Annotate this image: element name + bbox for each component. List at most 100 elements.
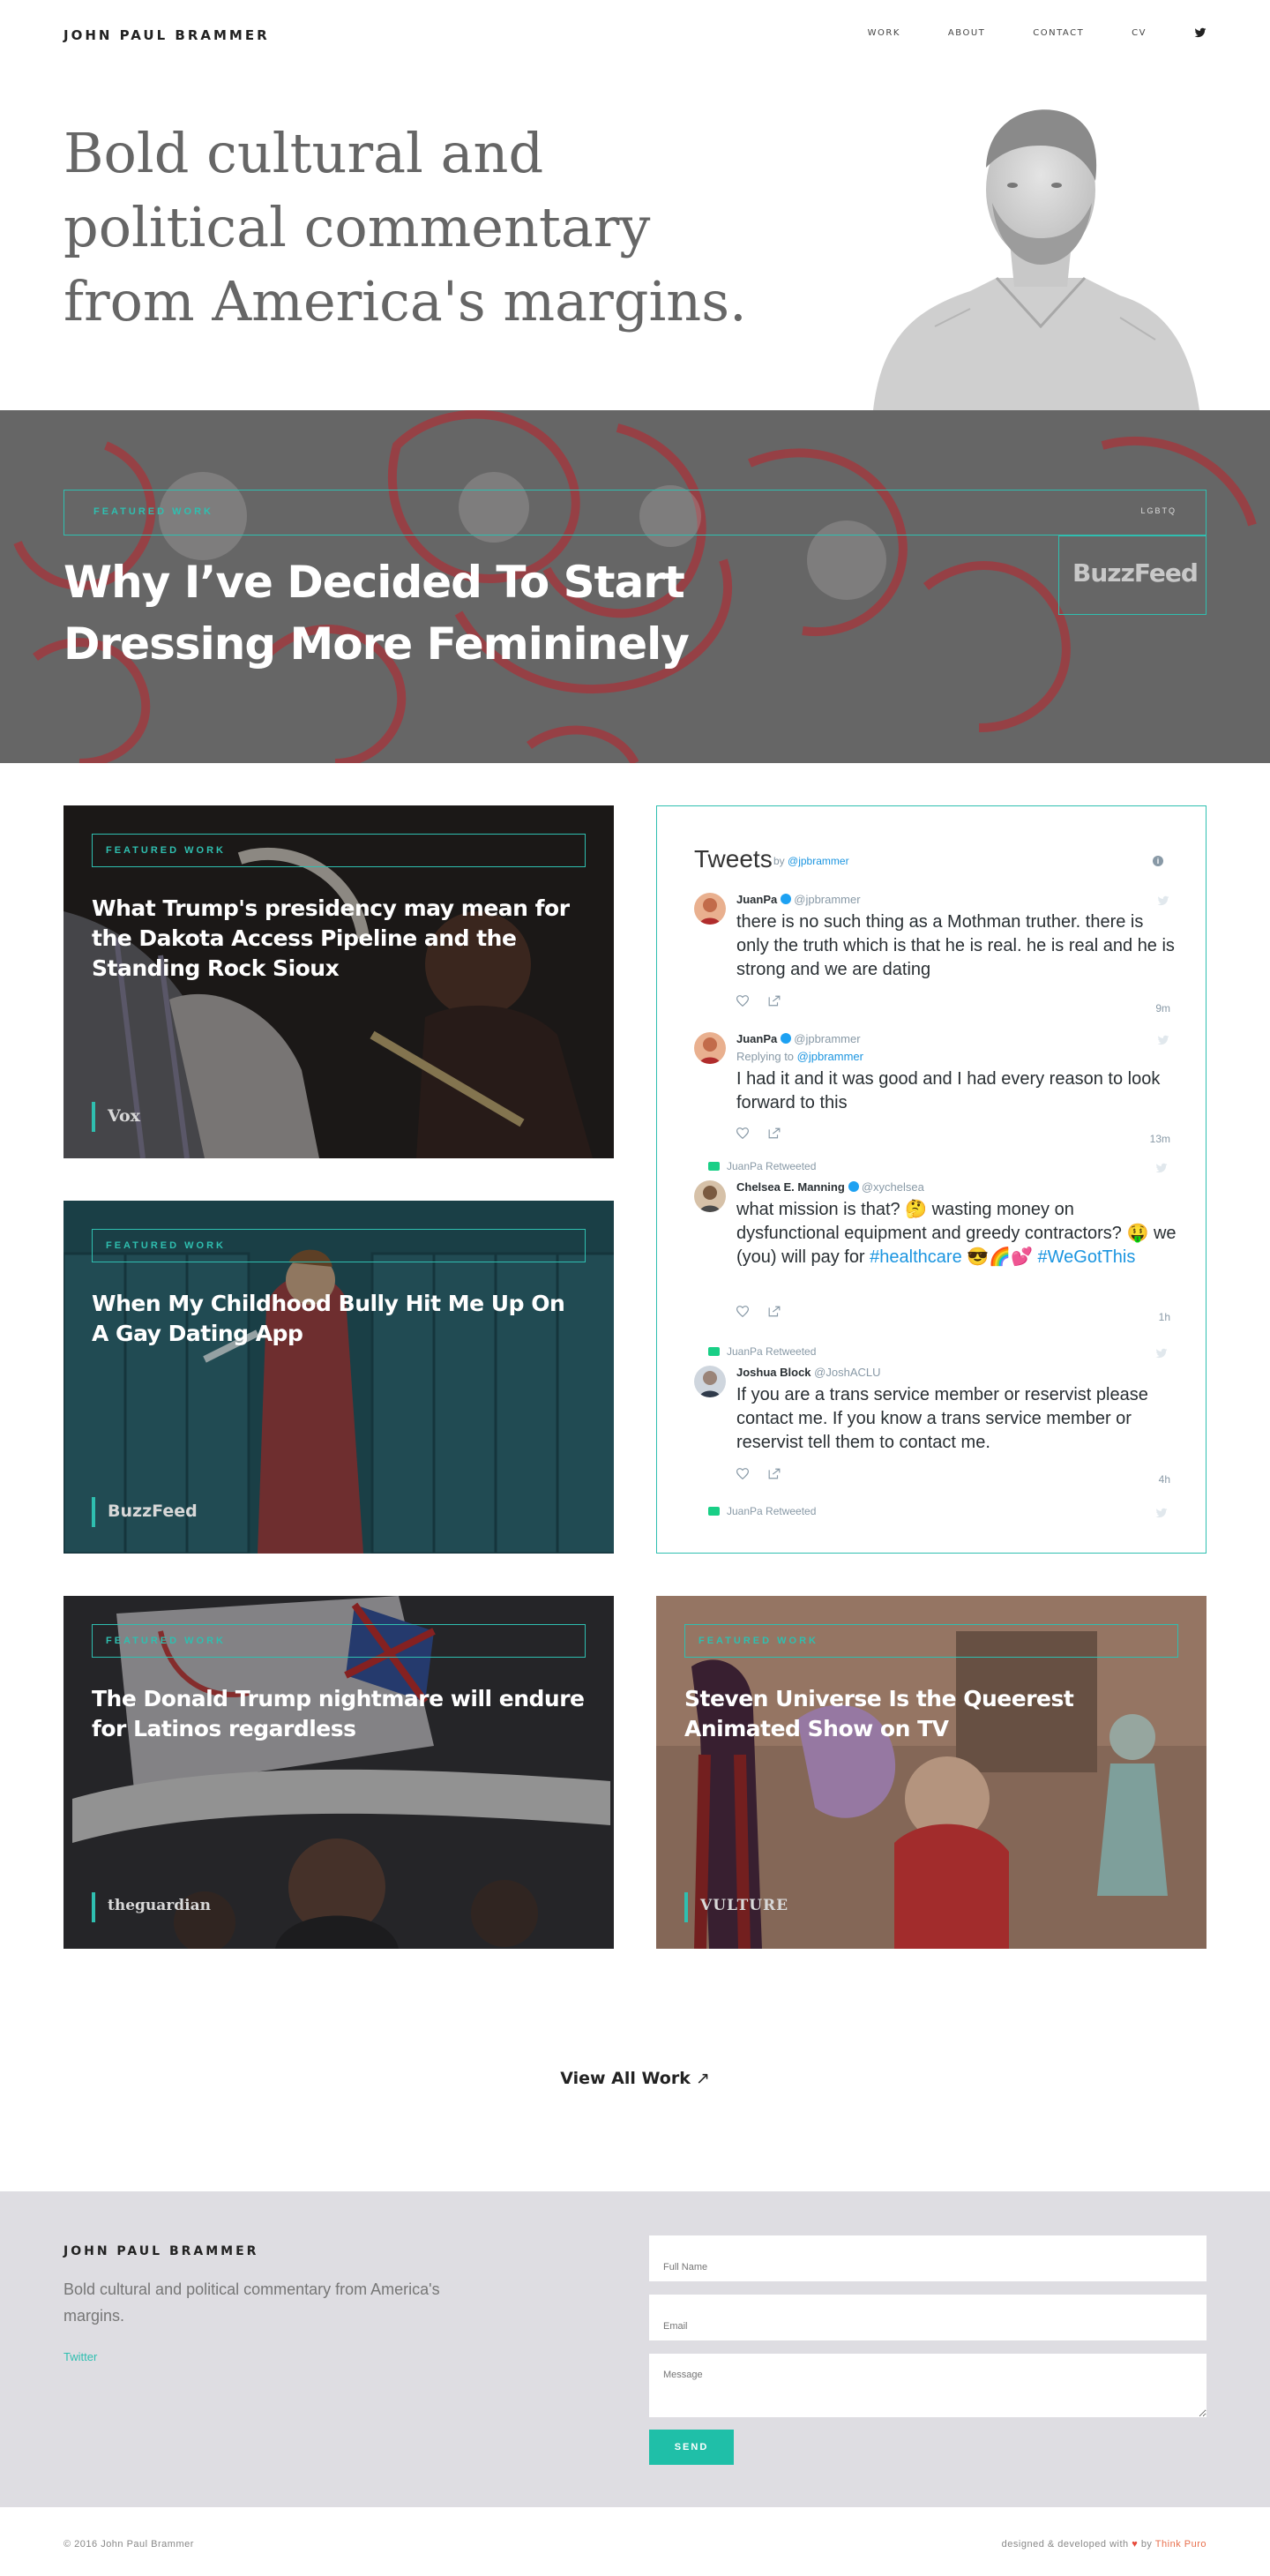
twitter-bird-icon[interactable] <box>1154 1162 1169 1174</box>
nav-work[interactable]: WORK <box>868 28 900 38</box>
nav-cv[interactable]: CV <box>1132 28 1147 38</box>
footer-twitter-link[interactable]: Twitter <box>64 2350 97 2363</box>
featured-card-vulture[interactable]: FEATURED WORK Steven Universe Is the Que… <box>656 1596 1206 1949</box>
credit-by: by <box>1140 2539 1153 2550</box>
share-icon[interactable] <box>768 995 781 1011</box>
hero-tagline: Bold cultural and political commentary f… <box>64 121 747 333</box>
tweet-author[interactable]: Joshua Block @JoshACLU <box>736 1366 881 1379</box>
tweet-time[interactable]: 9m <box>1155 1002 1170 1015</box>
card-title[interactable]: What Trump's presidency may mean for the… <box>92 894 586 984</box>
full-name-field[interactable] <box>649 2235 1206 2281</box>
tweet-author[interactable]: JuanPa @jpbrammer <box>736 893 861 906</box>
site-header: JOHN PAUL BRAMMER WORK ABOUT CONTACT CV <box>0 0 1270 71</box>
message-field[interactable] <box>649 2354 1206 2417</box>
tweets-handle-link[interactable]: @jpbrammer <box>788 855 849 867</box>
featured-work-label: FEATURED WORK <box>106 1636 226 1646</box>
verified-check-icon <box>848 1181 859 1192</box>
avatar[interactable] <box>694 1366 726 1397</box>
featured-work-label: FEATURED WORK <box>106 1240 226 1251</box>
like-heart-icon[interactable] <box>736 1468 750 1484</box>
card-title[interactable]: The Donald Trump nightmare will endure f… <box>92 1684 586 1744</box>
share-icon[interactable] <box>768 1127 781 1143</box>
tweet-time[interactable]: 4h <box>1159 1473 1170 1486</box>
source-accent-bar <box>92 1892 95 1922</box>
twitter-bird-icon[interactable] <box>1156 895 1170 907</box>
author-handle: @jpbrammer <box>794 1032 861 1045</box>
reply-to-handle[interactable]: @jpbrammer <box>797 1050 863 1063</box>
like-heart-icon[interactable] <box>736 995 750 1011</box>
think-puro-link[interactable]: Think Puro <box>1155 2539 1206 2550</box>
avatar[interactable] <box>694 893 726 925</box>
hero: Bold cultural and political commentary f… <box>0 71 1270 410</box>
tweet-item[interactable]: JuanPa @jpbrammer there is no such thing … <box>694 893 1175 1016</box>
view-all-work-link[interactable]: View All Work ↗ <box>0 2069 1270 2088</box>
banner-title[interactable]: Why I’ve Decided To Start Dressing More … <box>64 551 857 675</box>
vox-logo: Vox <box>108 1106 140 1126</box>
featured-card-buzzfeed[interactable]: FEATURED WORK When My Childhood Bully Hi… <box>64 1201 614 1554</box>
twitter-bird-icon[interactable] <box>1194 26 1206 39</box>
card-title[interactable]: When My Childhood Bully Hit Me Up On A G… <box>92 1289 586 1349</box>
footer: JOHN PAUL BRAMMER Bold cultural and poli… <box>0 2191 1270 2507</box>
retweet-context: JuanPa Retweeted <box>708 1345 816 1358</box>
retweet-context: JuanPa Retweeted <box>708 1160 816 1172</box>
author-name: JuanPa <box>736 893 778 906</box>
tweet-item[interactable]: Joshua Block @JoshACLU If you are a tran… <box>694 1366 1170 1498</box>
tweet-author[interactable]: Chelsea E. Manning @xychelsea <box>736 1180 924 1194</box>
twitter-timeline-widget[interactable]: Tweets by @jpbrammer i JuanPa @jpbrammer … <box>656 805 1206 1554</box>
author-handle: @jpbrammer <box>794 893 861 906</box>
featured-card-vox[interactable]: FEATURED WORK What Trump's presidency ma… <box>64 805 614 1158</box>
tweet-author[interactable]: JuanPa @jpbrammer <box>736 1032 861 1045</box>
send-button[interactable]: SEND <box>649 2430 734 2465</box>
card-title[interactable]: Steven Universe Is the Queerest Animated… <box>684 1684 1178 1744</box>
hashtag-link[interactable]: #healthcare <box>870 1247 962 1267</box>
nav-contact[interactable]: CONTACT <box>1033 28 1084 38</box>
nav-about[interactable]: ABOUT <box>948 28 985 38</box>
email-field[interactable] <box>649 2295 1206 2340</box>
tweet-actions <box>736 1127 781 1143</box>
avatar[interactable] <box>694 1032 726 1064</box>
author-name: JuanPa <box>736 1032 778 1045</box>
design-credit: designed & developed with ♥ by Think Pur… <box>1002 2539 1206 2550</box>
retweet-by[interactable]: JuanPa Retweeted <box>727 1345 816 1358</box>
tweet-text: If you are a trans service member or res… <box>736 1385 1148 1452</box>
avatar[interactable] <box>694 1180 726 1212</box>
buzzfeed-logo: BuzzFeed <box>1072 558 1199 588</box>
author-photo <box>864 97 1217 410</box>
credit-prefix: designed & developed with <box>1001 2539 1129 2550</box>
retweet-context: JuanPa Retweeted <box>708 1505 816 1517</box>
hashtag-link[interactable]: #WeGotThis <box>1038 1247 1136 1267</box>
share-icon[interactable] <box>768 1468 781 1484</box>
twitter-bird-icon[interactable] <box>1154 1347 1169 1359</box>
featured-banner[interactable]: FEATURED WORK LGBTQ Why I’ve Decided To … <box>0 410 1270 763</box>
author-name: Chelsea E. Manning <box>736 1180 845 1194</box>
reply-prefix: Replying to <box>736 1050 795 1063</box>
category-tag[interactable]: LGBTQ <box>1140 506 1177 515</box>
vulture-logo: VULTURE <box>700 1897 789 1914</box>
tweet-emoji: 😎🌈💕 <box>967 1247 1033 1267</box>
tweet-time[interactable]: 1h <box>1159 1311 1170 1323</box>
featured-work-label: FEATURED WORK <box>93 506 213 517</box>
twitter-bird-icon[interactable] <box>1154 1507 1169 1519</box>
tweet-time[interactable]: 13m <box>1150 1133 1170 1145</box>
site-title[interactable]: JOHN PAUL BRAMMER <box>64 27 270 43</box>
tweet-item[interactable]: JuanPa @jpbrammer Replying to @jpbrammer … <box>694 1032 1170 1156</box>
main-nav: WORK ABOUT CONTACT CV <box>820 26 1206 39</box>
tweet-actions <box>736 1468 781 1484</box>
verified-check-icon <box>781 894 792 904</box>
buzzfeed-logo: BuzzFeed <box>108 1501 198 1521</box>
retweet-by[interactable]: JuanPa Retweeted <box>727 1160 816 1172</box>
tweet-item[interactable]: Chelsea E. Manning @xychelsea what missio… <box>694 1180 1177 1339</box>
footer-description: Bold cultural and political commentary f… <box>64 2280 440 2325</box>
info-icon[interactable]: i <box>1153 856 1163 866</box>
like-heart-icon[interactable] <box>736 1127 750 1143</box>
tweet-text: I had it and it was good and I had every… <box>736 1069 1161 1112</box>
retweet-icon <box>708 1162 720 1171</box>
author-name: Joshua Block <box>736 1366 811 1379</box>
like-heart-icon[interactable] <box>736 1306 750 1322</box>
featured-card-guardian[interactable]: FEATURED WORK The Donald Trump nightmare… <box>64 1596 614 1949</box>
featured-work-label: FEATURED WORK <box>698 1636 818 1646</box>
share-icon[interactable] <box>768 1306 781 1322</box>
retweet-by[interactable]: JuanPa Retweeted <box>727 1505 816 1517</box>
twitter-bird-icon[interactable] <box>1156 1034 1170 1046</box>
retweet-icon <box>708 1507 720 1516</box>
